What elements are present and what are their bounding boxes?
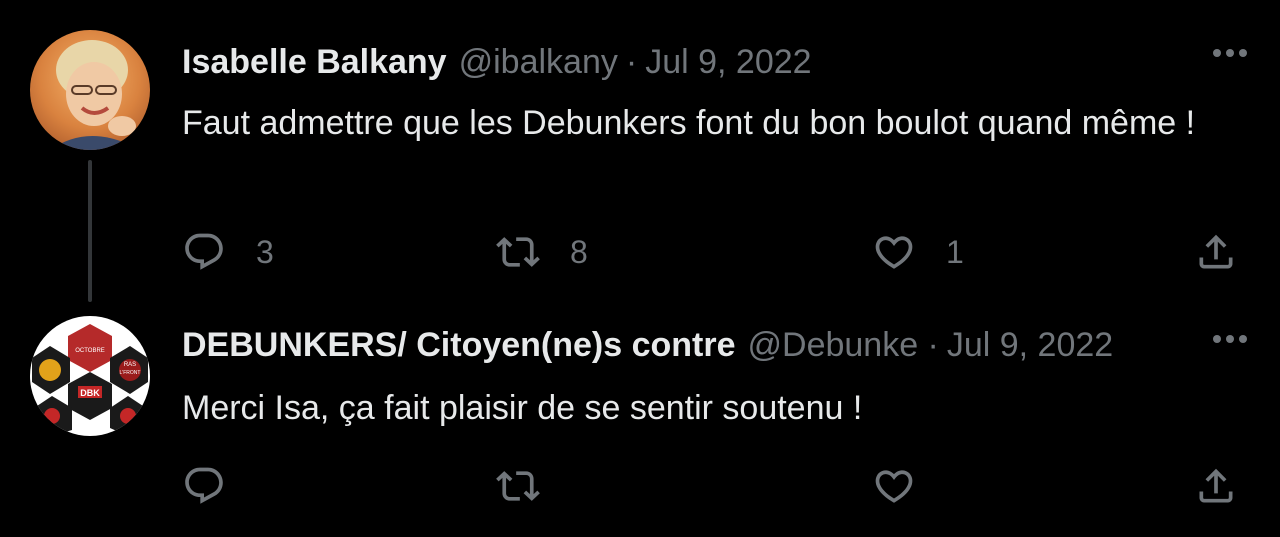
reply-icon (185, 467, 223, 504)
thread-line (88, 160, 92, 302)
separator: · (625, 43, 638, 81)
tweet[interactable]: Isabelle Balkany @ibalkany · Jul 9, 2022… (0, 0, 1280, 310)
share-button[interactable] (1194, 461, 1238, 511)
reply-button[interactable] (182, 461, 226, 511)
like-icon (875, 236, 913, 269)
display-name[interactable]: Isabelle Balkany (182, 40, 447, 84)
tweet-text: Faut admettre que les Debunkers font du … (182, 104, 1196, 142)
retweet-button[interactable]: 8 (496, 227, 588, 277)
retweet-icon (496, 471, 540, 501)
share-icon (1199, 468, 1233, 503)
tweet-header: Isabelle Balkany @ibalkany · Jul 9, 2022 (182, 40, 812, 84)
like-button[interactable]: 1 (872, 227, 964, 277)
tweet-date[interactable]: Jul 9, 2022 (645, 40, 811, 84)
more-button[interactable] (1208, 324, 1252, 354)
tweet[interactable]: DBK RAS L'FRONT OCTOBRE DEBUNKERS/ Citoy… (0, 310, 1280, 537)
avatar-text: RAS (124, 362, 136, 368)
like-count: 1 (946, 233, 964, 270)
share-button[interactable] (1194, 227, 1238, 277)
reply-button[interactable]: 3 (182, 227, 274, 277)
user-handle[interactable]: @Debunkers (748, 323, 920, 367)
more-icon (1213, 335, 1247, 343)
avatar-text: DBK (80, 388, 100, 398)
like-button[interactable] (872, 461, 916, 511)
separator: · (927, 326, 939, 364)
retweet-button[interactable] (496, 461, 540, 511)
tweet-header: DEBUNKERS/ Citoyen(ne)s contre @Debunker… (182, 323, 1113, 367)
retweet-count: 8 (570, 233, 588, 270)
retweet-icon (496, 237, 540, 267)
reply-icon (185, 233, 223, 270)
user-handle[interactable]: @ibalkany (459, 40, 618, 84)
user-avatar[interactable] (30, 30, 150, 150)
tweet-date[interactable]: Jul 9, 2022 (947, 323, 1113, 367)
share-icon (1199, 234, 1233, 269)
more-button[interactable] (1208, 38, 1252, 68)
reply-count: 3 (256, 233, 274, 270)
tweet-text: Merci Isa, ça fait plaisir de se sentir … (182, 389, 863, 427)
avatar-text: OCTOBRE (75, 348, 105, 354)
action-bar: 3 8 1 (182, 227, 1252, 277)
action-bar (182, 461, 1252, 511)
avatar-photo-icon (30, 30, 150, 150)
like-icon (875, 470, 913, 503)
avatar-logo-collage-icon: DBK RAS L'FRONT OCTOBRE (30, 316, 150, 436)
more-icon (1213, 49, 1247, 57)
avatar-text: L'FRONT (120, 370, 141, 376)
user-avatar[interactable]: DBK RAS L'FRONT OCTOBRE (30, 316, 150, 436)
display-name[interactable]: DEBUNKERS/ Citoyen(ne)s contre (182, 323, 736, 367)
